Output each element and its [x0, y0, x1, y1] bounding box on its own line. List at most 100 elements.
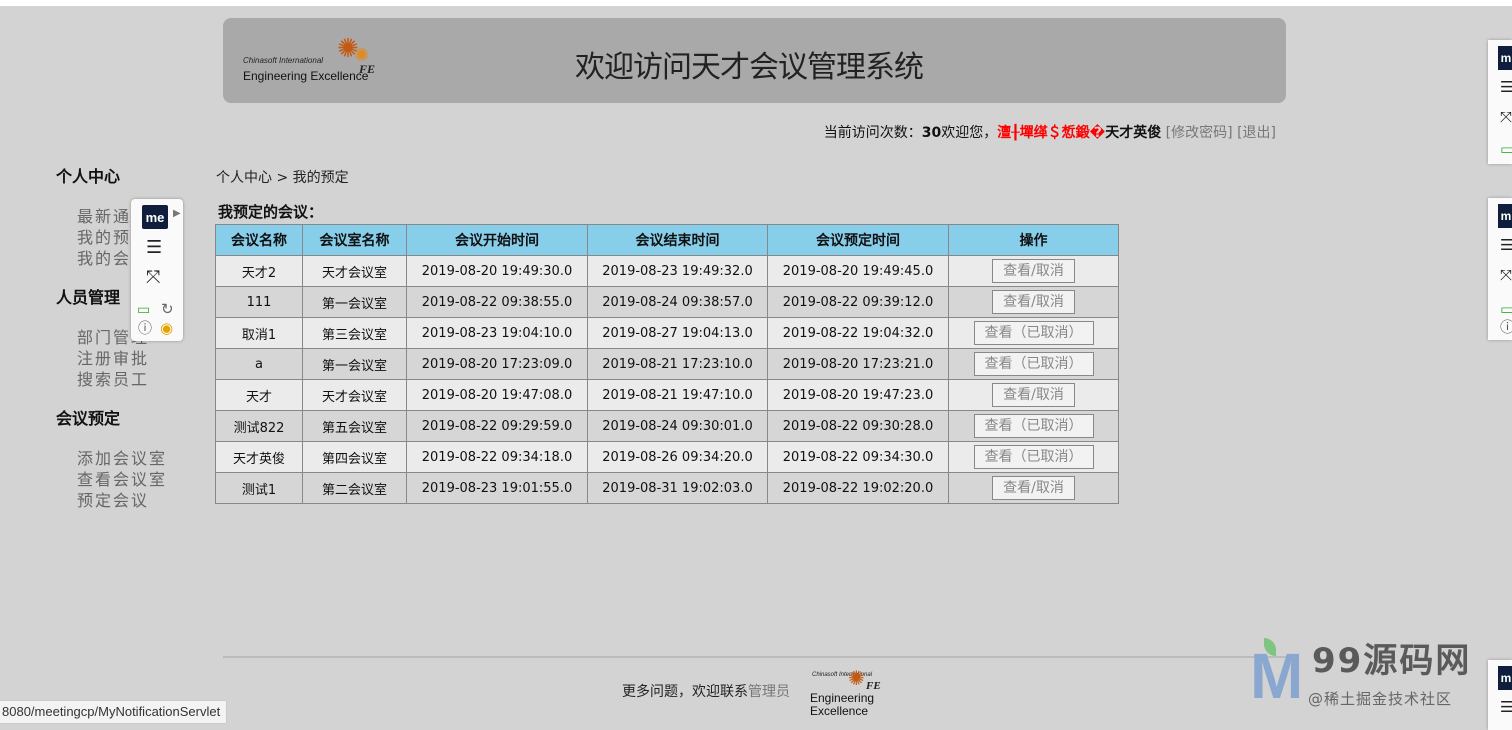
booked-time: 2019-08-20 19:49:45.0: [767, 255, 949, 287]
end-time: 2019-08-21 19:47:10.0: [587, 379, 768, 411]
footer-text: 更多问题，欢迎联系管理员: [622, 681, 790, 701]
sidebar-item-view-rooms[interactable]: 查看会议室: [77, 469, 196, 490]
status-bar-url: 8080/meetingcp/MyNotificationServlet: [0, 700, 228, 724]
me-extension-icon[interactable]: m: [1498, 204, 1512, 228]
table-row: 111 第一会议室 2019-08-22 09:38:55.0 2019-08-…: [215, 286, 1119, 318]
cast-icon[interactable]: ▭: [1500, 302, 1512, 317]
meeting-name: 天才2: [215, 255, 303, 287]
start-time: 2019-08-22 09:34:18.0: [406, 441, 588, 473]
meeting-name: 取消1: [215, 317, 303, 349]
room-name: 第一会议室: [302, 286, 407, 318]
visit-label: 当前访问次数：: [823, 125, 922, 141]
start-time: 2019-08-23 19:01:55.0: [406, 472, 588, 504]
right-extension-panel: m ☰ ⤧ ▭ ⓘ: [1488, 198, 1512, 340]
visit-info: 当前访问次数：30欢迎您，澶╂墠缂＄惁鍛�天才英俊 [修改密码] [退出]: [824, 122, 1276, 142]
right-extension-panel: m ☰ ⤧ ▭: [1488, 40, 1512, 164]
end-time: 2019-08-26 09:34:20.0: [587, 441, 768, 473]
room-name: 第一会议室: [302, 348, 407, 380]
magic-wand-icon[interactable]: ⤧: [146, 269, 160, 287]
watermark-subtitle: @稀土掘金技术社区: [1308, 690, 1453, 708]
breadcrumb: 个人中心 > 我的预定: [216, 170, 349, 186]
booked-time: 2019-08-22 19:02:20.0: [767, 472, 949, 504]
end-time: 2019-08-21 17:23:10.0: [587, 348, 768, 380]
chinasoft-logo: Chinasoft International Engineering Exce…: [239, 36, 389, 88]
table-row: 取消1 第三会议室 2019-08-23 19:04:10.0 2019-08-…: [215, 317, 1119, 349]
room-name: 第二会议室: [302, 472, 407, 504]
footer-logo: Chinasoft International ✺ FE Engineering…: [808, 668, 888, 718]
column-header: 会议名称: [215, 224, 303, 256]
menu-icon[interactable]: ☰: [146, 239, 162, 257]
start-time: 2019-08-20 19:49:30.0: [406, 255, 588, 287]
logout-link[interactable]: [退出]: [1237, 125, 1276, 141]
garbled-text: 澶╂墠缂＄惁鍛�: [997, 125, 1106, 141]
table-row: 天才 天才会议室 2019-08-20 19:47:08.0 2019-08-2…: [215, 379, 1119, 411]
welcome-text: 欢迎您，: [941, 125, 998, 141]
column-header: 会议预定时间: [767, 224, 949, 256]
table-row: 天才2 天才会议室 2019-08-20 19:49:30.0 2019-08-…: [215, 255, 1119, 287]
end-time: 2019-08-23 19:49:32.0: [587, 255, 768, 287]
watermark: M 99源码网 @稀土掘金技术社区: [1250, 636, 1512, 716]
room-name: 第三会议室: [302, 317, 407, 349]
footer-logo-big-text: Engineering Excellence: [810, 691, 875, 718]
me-extension-icon[interactable]: m: [1498, 46, 1512, 70]
admin-link[interactable]: 管理员: [748, 684, 790, 700]
logo-mark: FE: [359, 62, 376, 76]
info-icon[interactable]: ⓘ: [1500, 320, 1512, 335]
visit-count: 30: [921, 125, 942, 141]
footer-contact-text: 更多问题，欢迎联系: [622, 684, 748, 700]
view-cancel-button[interactable]: 查看/取消: [992, 290, 1075, 314]
table-row: 测试822 第五会议室 2019-08-22 09:29:59.0 2019-0…: [215, 410, 1119, 442]
menu-icon[interactable]: ☰: [1500, 80, 1512, 95]
column-header: 会议室名称: [302, 224, 407, 256]
column-header: 会议结束时间: [587, 224, 768, 256]
menu-icon[interactable]: ☰: [1500, 238, 1512, 253]
sidebar-item-add-room[interactable]: 添加会议室: [77, 448, 196, 469]
sidebar-item-book-meeting[interactable]: 预定会议: [77, 490, 196, 511]
sidebar-group-booking: 会议预定: [56, 409, 121, 428]
watermark-m-icon: M: [1250, 640, 1304, 712]
info-icon[interactable]: ⓘ: [138, 322, 152, 336]
view-cancel-button[interactable]: 查看/取消: [992, 476, 1075, 500]
view-cancel-button[interactable]: 查看/取消: [992, 259, 1075, 283]
start-time: 2019-08-23 19:04:10.0: [406, 317, 588, 349]
view-cancelled-button[interactable]: 查看（已取消）: [973, 352, 1094, 376]
booked-time: 2019-08-22 09:30:28.0: [767, 410, 949, 442]
magic-wand-icon[interactable]: ⤧: [1500, 110, 1512, 125]
eye-icon[interactable]: ◉: [160, 321, 173, 336]
meeting-name: 111: [215, 286, 303, 318]
view-cancelled-button[interactable]: 查看（已取消）: [973, 321, 1094, 345]
expand-arrow-icon[interactable]: ▶: [173, 208, 181, 219]
cast-icon[interactable]: ▭: [1500, 142, 1512, 157]
table-row: a 第一会议室 2019-08-20 17:23:09.0 2019-08-21…: [215, 348, 1119, 380]
view-cancelled-button[interactable]: 查看（已取消）: [973, 414, 1094, 438]
booked-time: 2019-08-20 17:23:21.0: [767, 348, 949, 380]
refresh-icon[interactable]: ↻: [161, 302, 174, 317]
start-time: 2019-08-20 17:23:09.0: [406, 348, 588, 380]
bookings-table: 会议名称 会议室名称 会议开始时间 会议结束时间 会议预定时间 操作 天才2 天…: [215, 224, 1119, 504]
booked-time: 2019-08-22 09:34:30.0: [767, 441, 949, 473]
view-cancelled-button[interactable]: 查看（已取消）: [973, 445, 1094, 469]
end-time: 2019-08-24 09:30:01.0: [587, 410, 768, 442]
page-title: 欢迎访问天才会议管理系统: [575, 50, 924, 85]
change-password-link[interactable]: [修改密码]: [1166, 125, 1233, 141]
table-row: 测试1 第二会议室 2019-08-23 19:01:55.0 2019-08-…: [215, 472, 1119, 504]
footer-gear-icon: ✺: [848, 666, 865, 690]
cast-icon[interactable]: ▭: [137, 303, 150, 317]
extension-popup: me ▶ ☰ ⤧ ▭ ↻ ⓘ ◉: [131, 199, 183, 341]
meeting-name: 天才英俊: [215, 441, 303, 473]
end-time: 2019-08-24 09:38:57.0: [587, 286, 768, 318]
room-name: 第四会议室: [302, 441, 407, 473]
me-extension-icon[interactable]: me: [142, 205, 168, 229]
sidebar-item-search-staff[interactable]: 搜索员工: [77, 369, 196, 390]
sidebar-group-personal: 个人中心: [56, 167, 121, 186]
start-time: 2019-08-20 19:47:08.0: [406, 379, 588, 411]
view-cancel-button[interactable]: 查看/取消: [992, 383, 1075, 407]
footer-divider: [223, 656, 1286, 658]
room-name: 天才会议室: [302, 255, 407, 287]
start-time: 2019-08-22 09:38:55.0: [406, 286, 588, 318]
page-header: Chinasoft International Engineering Exce…: [223, 18, 1286, 103]
magic-wand-icon[interactable]: ⤧: [1500, 268, 1512, 283]
sidebar-item-registration[interactable]: 注册审批: [77, 348, 196, 369]
username: 天才英俊: [1105, 125, 1162, 141]
column-header: 操作: [948, 224, 1119, 256]
